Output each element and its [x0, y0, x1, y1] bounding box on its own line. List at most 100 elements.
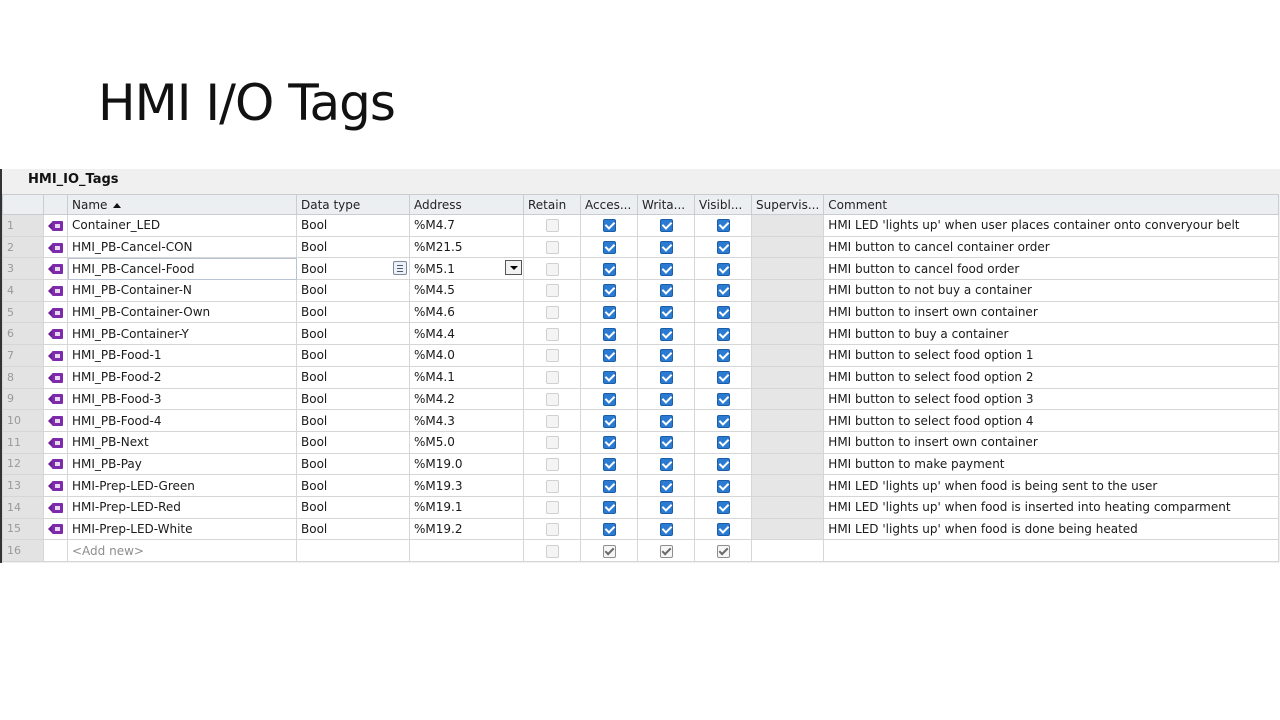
header-visible[interactable]: Visibl...	[694, 194, 752, 215]
tag-address-cell[interactable]: %M19.3	[409, 474, 524, 497]
header-data-type[interactable]: Data type	[296, 194, 410, 215]
tag-address-cell[interactable]: %M5.0	[409, 430, 524, 454]
tag-comment[interactable]: HMI button to buy a container	[823, 322, 1280, 346]
tag-data-type-cell[interactable]: Bool	[296, 517, 410, 541]
row-number[interactable]: 16	[2, 539, 44, 562]
tag-data-type-cell[interactable]: Bool	[296, 300, 410, 324]
tag-data-type-cell[interactable]: Bool	[296, 452, 410, 476]
writable-checkbox[interactable]	[659, 479, 673, 493]
tag-address-cell[interactable]: %M4.5	[409, 279, 524, 302]
header-retain[interactable]: Retain	[523, 194, 581, 215]
table-row[interactable]: 8 HMI_PB-Food-2 Bool %M4.1 HMI button to sel…	[2, 365, 1280, 389]
row-number[interactable]: 8	[2, 365, 44, 389]
tag-address-cell[interactable]	[409, 539, 524, 562]
row-number[interactable]: 3	[2, 257, 44, 281]
tag-address-cell[interactable]: %M19.1	[409, 495, 524, 519]
row-number[interactable]: 13	[2, 474, 44, 497]
tag-address-cell[interactable]: %M4.7	[409, 214, 524, 237]
writable-checkbox[interactable]	[659, 349, 673, 363]
header-writable[interactable]: Writa...	[637, 194, 695, 215]
visible-checkbox[interactable]	[716, 262, 730, 276]
list-icon[interactable]	[393, 261, 407, 276]
writable-checkbox[interactable]	[659, 457, 673, 471]
dropdown-arrow-icon[interactable]	[505, 260, 522, 276]
tag-address-cell[interactable]: %M4.3	[409, 409, 524, 432]
accessible-checkbox[interactable]	[602, 306, 616, 320]
row-number[interactable]: 9	[2, 387, 44, 411]
header-accessible[interactable]: Acces...	[580, 194, 638, 215]
tag-comment[interactable]: HMI LED 'lights up' when food is being s…	[823, 474, 1280, 497]
tag-data-type-cell[interactable]: Bool	[296, 257, 410, 281]
tag-name[interactable]: HMI_PB-Container-Own	[67, 300, 297, 324]
table-row[interactable]: 1 Container_LED Bool %M4.7 HMI LED 'lights u…	[2, 214, 1280, 237]
retain-checkbox[interactable]	[545, 241, 559, 255]
accessible-checkbox[interactable]	[602, 501, 616, 515]
row-number[interactable]: 2	[2, 235, 44, 259]
writable-checkbox[interactable]	[659, 392, 673, 406]
supervision-cell[interactable]	[750, 517, 825, 541]
supervision-cell[interactable]	[750, 452, 825, 476]
tag-comment[interactable]: HMI button to select food option 3	[823, 387, 1280, 411]
accessible-checkbox[interactable]	[602, 284, 616, 298]
retain-checkbox[interactable]	[545, 414, 559, 428]
visible-checkbox[interactable]	[716, 327, 730, 341]
visible-checkbox[interactable]	[716, 371, 730, 385]
supervision-cell[interactable]	[750, 235, 825, 259]
visible-checkbox[interactable]	[716, 457, 730, 471]
tag-data-type-cell[interactable]: Bool	[296, 430, 410, 454]
row-number[interactable]: 7	[2, 344, 44, 367]
header-comment[interactable]: Comment	[823, 194, 1280, 215]
tag-comment[interactable]: HMI LED 'lights up' when user places con…	[823, 214, 1280, 237]
retain-checkbox[interactable]	[545, 479, 559, 493]
tag-name[interactable]: HMI_PB-Pay	[67, 452, 297, 476]
visible-checkbox[interactable]	[716, 414, 730, 428]
table-row[interactable]: 5 HMI_PB-Container-Own Bool %M4.6 HMI button…	[2, 300, 1280, 324]
tag-name[interactable]: HMI_PB-Food-3	[67, 387, 297, 411]
tag-address-cell[interactable]: %M19.2	[409, 517, 524, 541]
visible-checkbox[interactable]	[716, 392, 730, 406]
supervision-cell[interactable]	[750, 300, 825, 324]
tag-comment[interactable]: HMI button to not buy a container	[823, 279, 1280, 302]
header-address[interactable]: Address	[409, 194, 524, 215]
retain-checkbox[interactable]	[545, 262, 559, 276]
tag-name[interactable]: Container_LED	[67, 214, 297, 237]
table-row[interactable]: 2 HMI_PB-Cancel-CON Bool %M21.5 HMI button t…	[2, 235, 1280, 259]
row-number[interactable]: 4	[2, 279, 44, 302]
tag-comment[interactable]: HMI button to select food option 1	[823, 344, 1280, 367]
tag-data-type-cell[interactable]: Bool	[296, 322, 410, 346]
tag-comment[interactable]: HMI button to cancel container order	[823, 235, 1280, 259]
tag-data-type-cell[interactable]: Bool	[296, 409, 410, 432]
accessible-checkbox[interactable]	[602, 262, 616, 276]
writable-checkbox[interactable]	[659, 501, 673, 515]
accessible-checkbox[interactable]	[602, 241, 616, 255]
row-number[interactable]: 1	[2, 214, 44, 237]
supervision-cell[interactable]	[750, 365, 825, 389]
writable-checkbox[interactable]	[659, 371, 673, 385]
writable-checkbox[interactable]	[659, 414, 673, 428]
tag-address-cell[interactable]: %M5.1	[409, 257, 524, 281]
retain-checkbox[interactable]	[545, 349, 559, 363]
row-number[interactable]: 15	[2, 517, 44, 541]
accessible-checkbox[interactable]	[602, 544, 616, 558]
add-new-tag[interactable]: <Add new>	[67, 539, 297, 562]
writable-checkbox[interactable]	[659, 327, 673, 341]
table-row[interactable]: 6 HMI_PB-Container-Y Bool %M4.4 HMI button t…	[2, 322, 1280, 346]
retain-checkbox[interactable]	[545, 392, 559, 406]
table-row[interactable]: 15 HMI-Prep-LED-White Bool %M19.2 HMI LED 'l…	[2, 517, 1280, 541]
tag-data-type-cell[interactable]: Bool	[296, 387, 410, 411]
accessible-checkbox[interactable]	[602, 392, 616, 406]
row-number[interactable]: 6	[2, 322, 44, 346]
tag-data-type-cell[interactable]: Bool	[296, 474, 410, 497]
visible-checkbox[interactable]	[716, 284, 730, 298]
accessible-checkbox[interactable]	[602, 371, 616, 385]
header-name[interactable]: Name	[67, 194, 297, 215]
visible-checkbox[interactable]	[716, 479, 730, 493]
header-supervision[interactable]: Supervis...	[750, 194, 825, 215]
tag-comment[interactable]: HMI button to insert own container	[823, 300, 1280, 324]
writable-checkbox[interactable]	[659, 544, 673, 558]
tag-address-cell[interactable]: %M4.1	[409, 365, 524, 389]
writable-checkbox[interactable]	[659, 522, 673, 536]
tag-name[interactable]: HMI-Prep-LED-White	[67, 517, 297, 541]
visible-checkbox[interactable]	[716, 349, 730, 363]
visible-checkbox[interactable]	[716, 522, 730, 536]
